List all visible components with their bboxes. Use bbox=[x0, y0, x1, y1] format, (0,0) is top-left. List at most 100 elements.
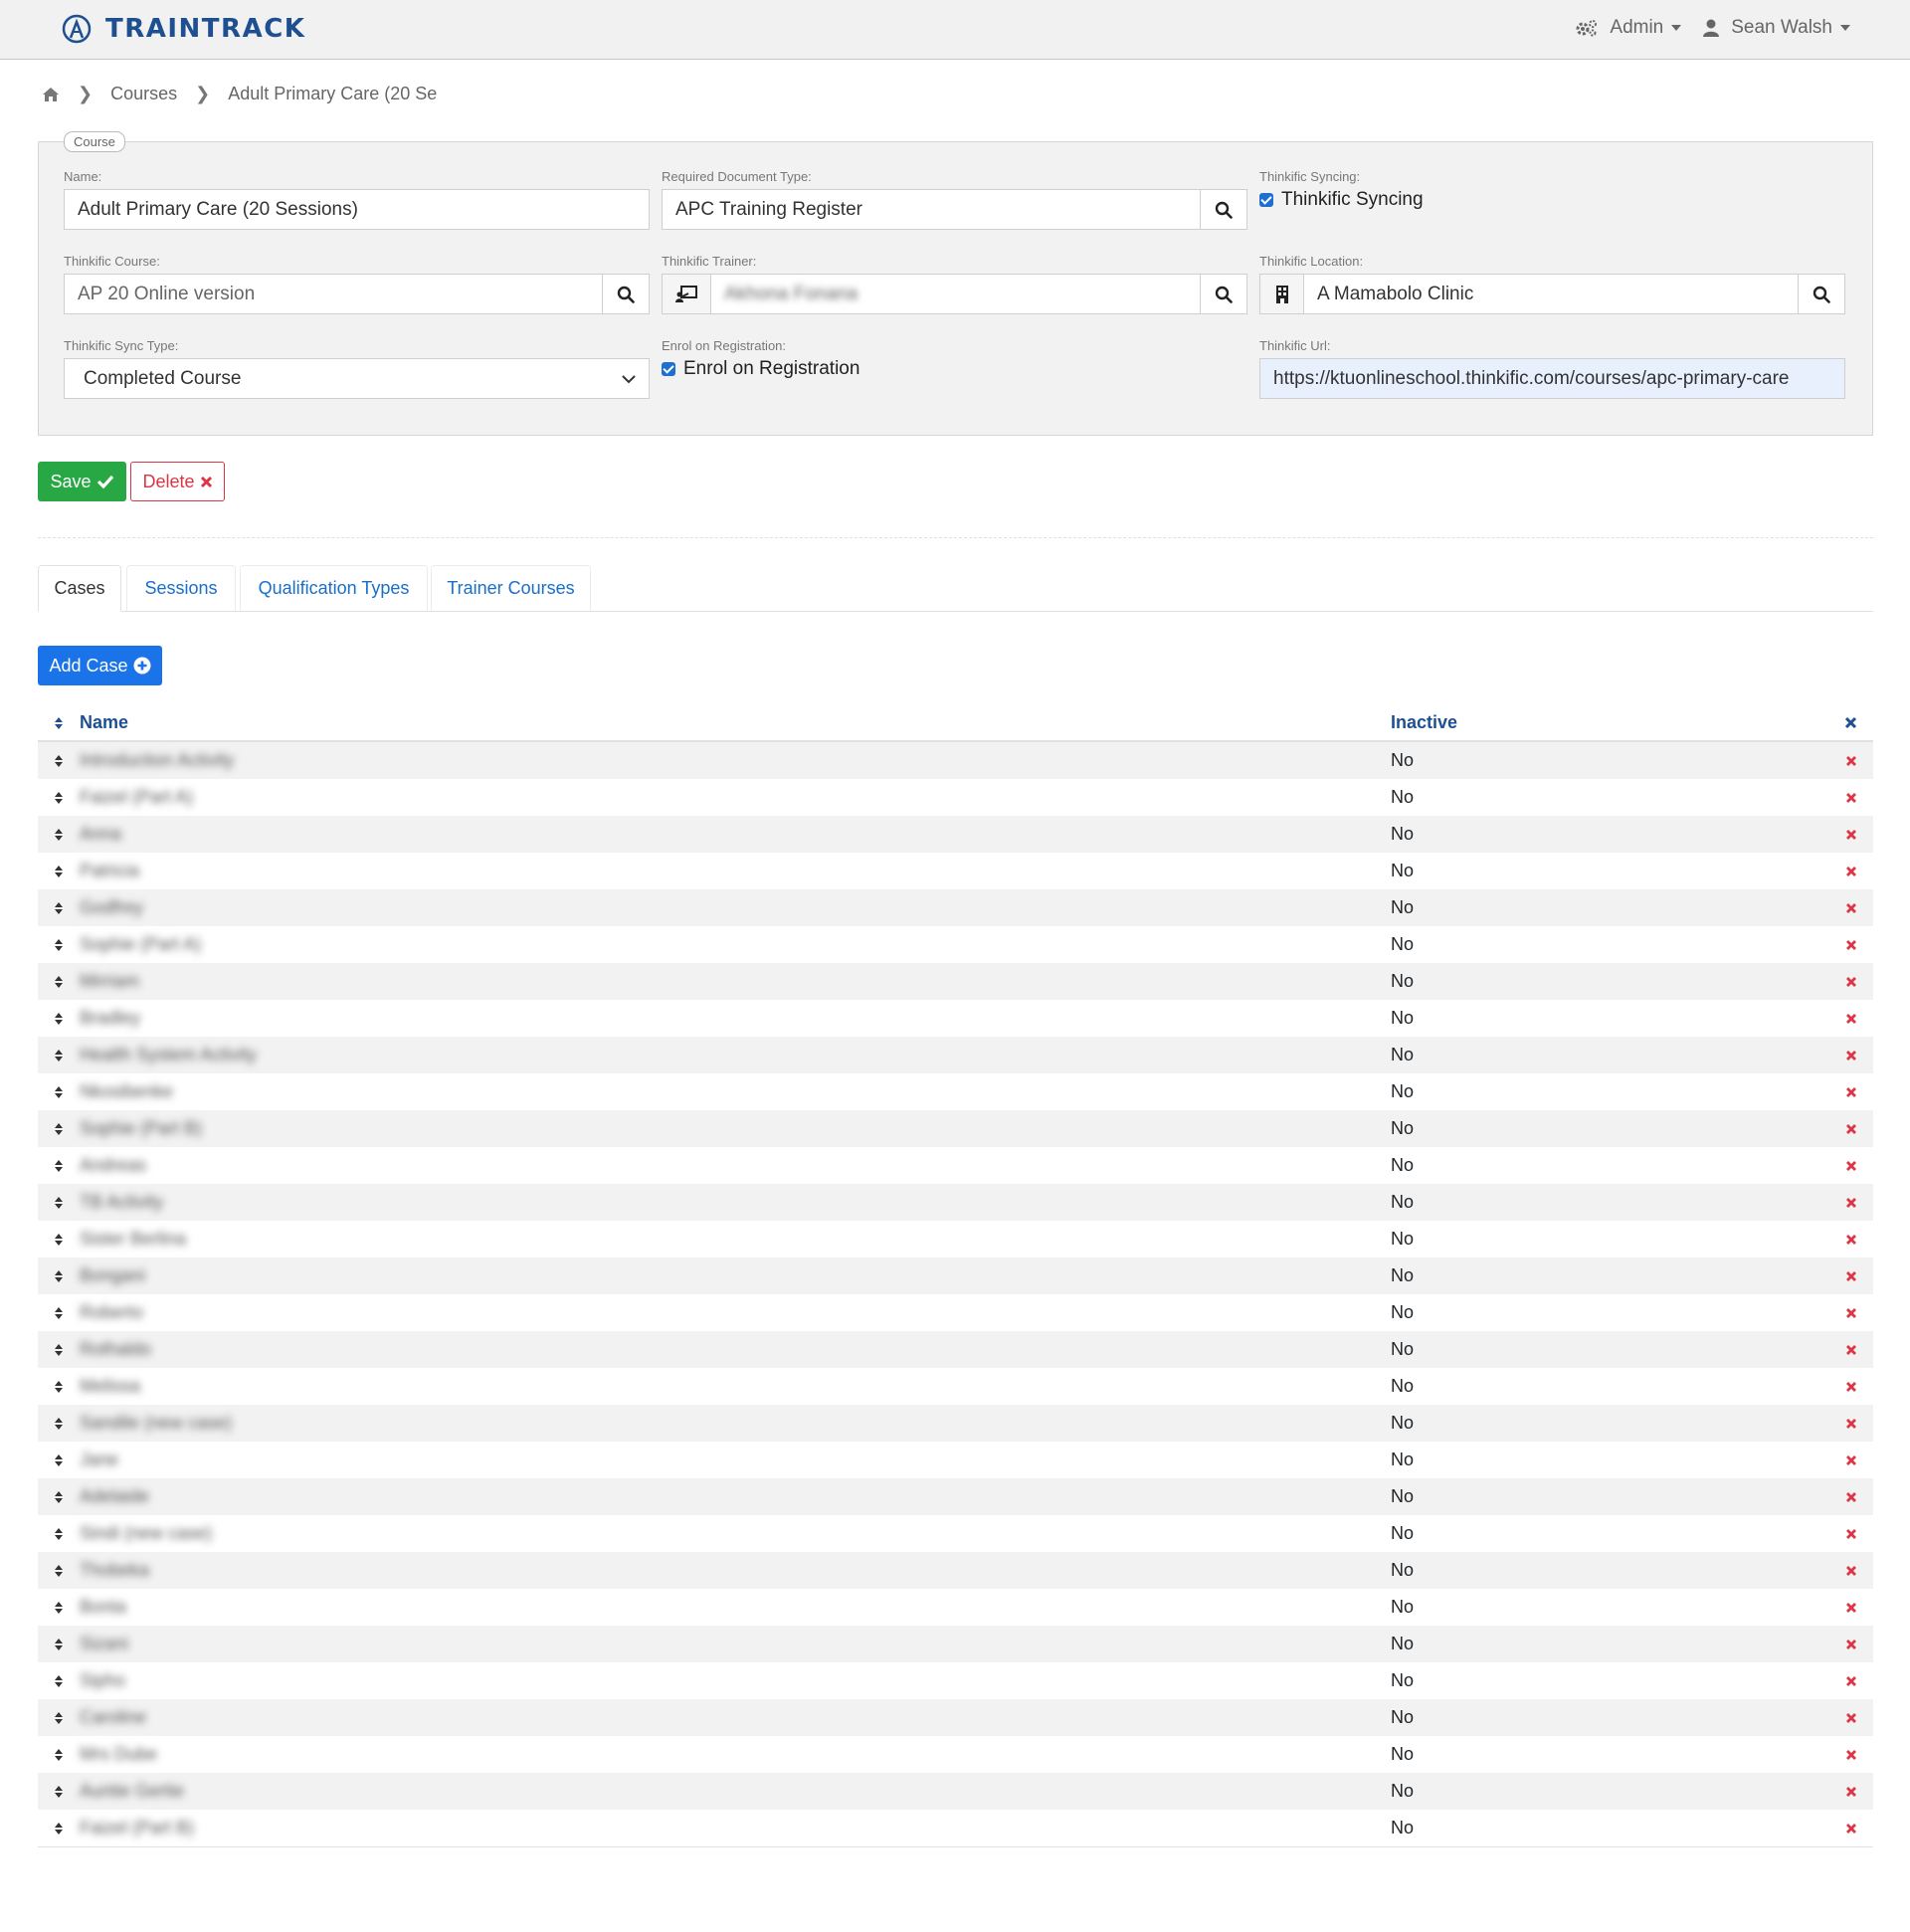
table-row[interactable]: Rothaldo No bbox=[38, 1331, 1873, 1368]
delete-row-button[interactable] bbox=[1828, 939, 1873, 951]
table-row[interactable]: Jane No bbox=[38, 1442, 1873, 1478]
delete-row-button[interactable] bbox=[1828, 1491, 1873, 1503]
drag-handle[interactable] bbox=[38, 1601, 80, 1615]
table-row[interactable]: Nkosibenke No bbox=[38, 1073, 1873, 1110]
table-row[interactable]: Bradley No bbox=[38, 1000, 1873, 1037]
delete-row-button[interactable] bbox=[1828, 976, 1873, 988]
delete-row-button[interactable] bbox=[1828, 1565, 1873, 1577]
table-row[interactable]: Bonta No bbox=[38, 1589, 1873, 1626]
save-button[interactable]: Save bbox=[38, 462, 126, 501]
delete-row-button[interactable] bbox=[1828, 1123, 1873, 1135]
table-row[interactable]: Caroline No bbox=[38, 1699, 1873, 1736]
delete-row-button[interactable] bbox=[1828, 1602, 1873, 1614]
delete-row-button[interactable] bbox=[1828, 1418, 1873, 1430]
table-row[interactable]: Sophie (Part A) No bbox=[38, 926, 1873, 963]
drag-handle[interactable] bbox=[38, 1196, 80, 1210]
add-case-button[interactable]: Add Case bbox=[38, 646, 162, 685]
table-row[interactable]: Anna No bbox=[38, 816, 1873, 853]
delete-row-button[interactable] bbox=[1828, 1344, 1873, 1356]
drag-handle[interactable] bbox=[38, 791, 80, 805]
table-row[interactable]: Sophie (Part B) No bbox=[38, 1110, 1873, 1147]
thinkific-course-input[interactable]: AP 20 Online version bbox=[64, 274, 603, 314]
thinkific-location-search-button[interactable] bbox=[1799, 274, 1845, 314]
tab-trainer-courses[interactable]: Trainer Courses bbox=[431, 565, 591, 611]
delete-row-button[interactable] bbox=[1828, 1528, 1873, 1540]
delete-row-button[interactable] bbox=[1828, 1675, 1873, 1687]
drag-handle[interactable] bbox=[38, 1233, 80, 1247]
name-column-header[interactable]: Name bbox=[80, 712, 1391, 733]
table-row[interactable]: Patricia No bbox=[38, 853, 1873, 889]
tab-sessions[interactable]: Sessions bbox=[126, 565, 236, 611]
drag-handle[interactable] bbox=[38, 1822, 80, 1835]
table-row[interactable]: Mrs Dube No bbox=[38, 1736, 1873, 1773]
delete-row-button[interactable] bbox=[1828, 1381, 1873, 1393]
table-row[interactable]: Introduction Activity No bbox=[38, 742, 1873, 779]
required-document-type-input[interactable]: APC Training Register bbox=[662, 189, 1201, 230]
delete-row-button[interactable] bbox=[1828, 829, 1873, 841]
drag-handle[interactable] bbox=[38, 1012, 80, 1026]
drag-handle[interactable] bbox=[38, 1490, 80, 1504]
enrol-on-registration-checkbox[interactable] bbox=[662, 362, 675, 376]
drag-handle[interactable] bbox=[38, 1306, 80, 1320]
table-row[interactable]: Sister Berlina No bbox=[38, 1221, 1873, 1257]
drag-handle[interactable] bbox=[38, 1674, 80, 1688]
delete-row-button[interactable] bbox=[1828, 1197, 1873, 1209]
drag-handle[interactable] bbox=[38, 1453, 80, 1467]
table-row[interactable]: Faizel (Part A) No bbox=[38, 779, 1873, 816]
thinkific-location-input[interactable]: A Mamabolo Clinic bbox=[1303, 274, 1799, 314]
admin-menu[interactable]: Admin bbox=[1576, 17, 1682, 39]
drag-handle[interactable] bbox=[38, 1785, 80, 1799]
table-row[interactable]: Mirriam No bbox=[38, 963, 1873, 1000]
table-row[interactable]: Roberto No bbox=[38, 1294, 1873, 1331]
name-input[interactable]: Adult Primary Care (20 Sessions) bbox=[64, 189, 650, 230]
required-document-type-search-button[interactable] bbox=[1201, 189, 1247, 230]
delete-row-button[interactable] bbox=[1828, 1160, 1873, 1172]
delete-row-button[interactable] bbox=[1828, 1639, 1873, 1650]
table-row[interactable]: TB Activity No bbox=[38, 1184, 1873, 1221]
drag-handle[interactable] bbox=[38, 975, 80, 989]
table-row[interactable]: Thobeka No bbox=[38, 1552, 1873, 1589]
drag-handle[interactable] bbox=[38, 828, 80, 842]
table-row[interactable]: Auntie Gertie No bbox=[38, 1773, 1873, 1810]
delete-row-button[interactable] bbox=[1828, 1823, 1873, 1835]
drag-handle[interactable] bbox=[38, 1049, 80, 1063]
table-row[interactable]: Melissa No bbox=[38, 1368, 1873, 1405]
drag-handle[interactable] bbox=[38, 1343, 80, 1357]
thinkific-url-input[interactable]: https://ktuonlineschool.thinkific.com/co… bbox=[1259, 358, 1845, 399]
table-row[interactable]: Bongani No bbox=[38, 1257, 1873, 1294]
breadcrumb-courses[interactable]: Courses bbox=[110, 84, 177, 104]
table-row[interactable]: Faizel (Part B) No bbox=[38, 1810, 1873, 1846]
drag-handle[interactable] bbox=[38, 1380, 80, 1394]
user-menu[interactable]: Sean Walsh bbox=[1703, 17, 1850, 39]
table-row[interactable]: Godfrey No bbox=[38, 889, 1873, 926]
thinkific-syncing-checkbox[interactable] bbox=[1259, 193, 1273, 207]
table-row[interactable]: Andreas No bbox=[38, 1147, 1873, 1184]
delete-row-button[interactable] bbox=[1828, 1270, 1873, 1282]
delete-row-button[interactable] bbox=[1828, 1050, 1873, 1062]
delete-row-button[interactable] bbox=[1828, 792, 1873, 804]
delete-row-button[interactable] bbox=[1828, 1307, 1873, 1319]
thinkific-sync-type-select[interactable]: Completed Course bbox=[64, 358, 650, 399]
table-row[interactable]: Sindi (new case) No bbox=[38, 1515, 1873, 1552]
delete-row-button[interactable] bbox=[1828, 1454, 1873, 1466]
tab-cases[interactable]: Cases bbox=[38, 565, 121, 612]
delete-button[interactable]: Delete bbox=[130, 462, 225, 501]
drag-handle[interactable] bbox=[38, 865, 80, 878]
home-icon[interactable] bbox=[42, 87, 60, 102]
drag-handle[interactable] bbox=[38, 1711, 80, 1725]
delete-row-button[interactable] bbox=[1828, 1712, 1873, 1724]
thinkific-trainer-input[interactable]: Akhona Fonana bbox=[710, 274, 1201, 314]
drag-handle[interactable] bbox=[38, 1159, 80, 1173]
thinkific-course-search-button[interactable] bbox=[603, 274, 650, 314]
delete-row-button[interactable] bbox=[1828, 1749, 1873, 1761]
drag-handle[interactable] bbox=[38, 1269, 80, 1283]
clear-column-header[interactable] bbox=[1828, 716, 1873, 729]
sort-column-header[interactable] bbox=[38, 716, 80, 730]
drag-handle[interactable] bbox=[38, 938, 80, 952]
drag-handle[interactable] bbox=[38, 1564, 80, 1578]
tab-qualification-types[interactable]: Qualification Types bbox=[240, 565, 428, 611]
drag-handle[interactable] bbox=[38, 901, 80, 915]
brand-logo[interactable]: TRAINTRACK bbox=[62, 14, 305, 44]
drag-handle[interactable] bbox=[38, 1417, 80, 1431]
delete-row-button[interactable] bbox=[1828, 755, 1873, 767]
